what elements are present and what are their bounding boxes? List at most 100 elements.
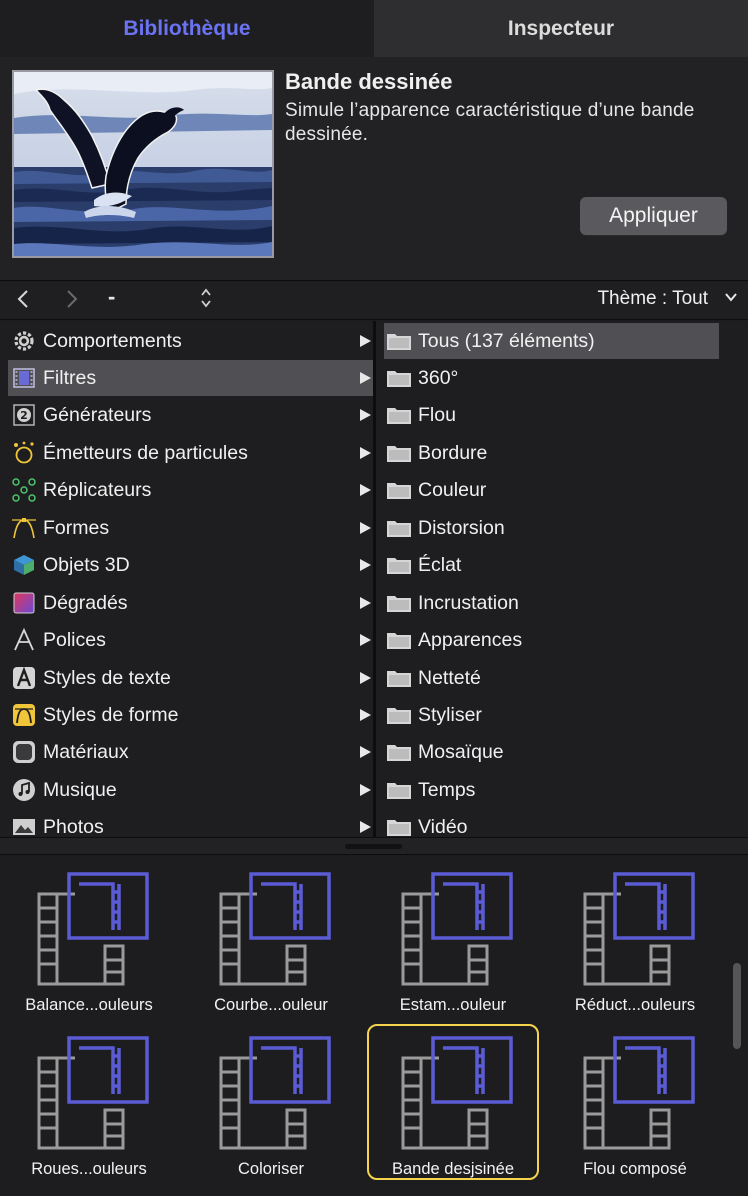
subcategory-row[interactable]: Distorsion <box>384 510 719 546</box>
category-row-generators[interactable]: 2 Générateurs <box>8 397 373 433</box>
folder-icon <box>387 783 411 799</box>
grid-item-label: Réduct...ouleurs <box>574 996 696 1014</box>
tab-library[interactable]: Bibliothèque <box>0 0 374 57</box>
subcategory-label: Bordure <box>418 441 488 464</box>
filter-icon <box>37 872 149 986</box>
subcategory-row[interactable]: Styliser <box>384 697 719 733</box>
disclosure-arrow-icon <box>360 335 371 347</box>
folder-icon <box>387 371 411 387</box>
subcategory-label: Styliser <box>418 703 482 726</box>
subcategory-label: Distorsion <box>418 516 505 539</box>
chevron-down-icon[interactable] <box>724 290 738 304</box>
filter-icon <box>219 1036 331 1150</box>
subcategory-row[interactable]: 360° <box>384 360 719 396</box>
folder-icon <box>387 633 411 649</box>
shape-icon <box>10 515 37 542</box>
category-label: Styles de texte <box>43 666 171 689</box>
category-row-music[interactable]: Musique <box>8 772 373 808</box>
grid-item[interactable]: Estam...ouleur <box>367 860 539 1020</box>
category-row-materials[interactable]: Matériaux <box>8 734 373 770</box>
filter-icon <box>401 872 513 986</box>
path-popup[interactable]: - <box>108 284 115 310</box>
grid-item[interactable]: Balance...ouleurs <box>3 860 175 1020</box>
grid-item[interactable]: Coloriser <box>185 1024 357 1184</box>
category-row-particle-emitters[interactable]: Émetteurs de particules <box>8 435 373 471</box>
grid-item[interactable]: Réduct...ouleurs <box>549 860 721 1020</box>
subcategory-label: Incrustation <box>418 591 519 614</box>
subcategory-row[interactable]: Vidéo <box>384 809 719 837</box>
forward-button[interactable] <box>66 288 78 316</box>
tab-inspector[interactable]: Inspecteur <box>374 0 748 57</box>
filter-icon <box>583 1036 695 1150</box>
replicator-icon <box>10 477 37 504</box>
filter-icon <box>219 872 331 986</box>
category-label: Musique <box>43 778 117 801</box>
grid-item-label: Estam...ouleur <box>399 996 507 1014</box>
subcategory-row[interactable]: Apparences <box>384 622 719 658</box>
category-row-shapes[interactable]: Formes <box>8 510 373 546</box>
category-row-shape-styles[interactable]: Styles de forme <box>8 697 373 733</box>
subcategory-row[interactable]: Tous (137 éléments) <box>384 323 719 359</box>
subcategory-label: Temps <box>418 778 476 801</box>
subcategory-row[interactable]: Couleur <box>384 472 719 508</box>
category-label: Réplicateurs <box>43 478 152 501</box>
chevron-right-icon <box>67 290 78 308</box>
category-row-filters[interactable]: Filtres <box>8 360 373 396</box>
particle-emitter-icon <box>10 440 37 467</box>
apply-button[interactable]: Appliquer <box>580 197 727 235</box>
back-button[interactable] <box>17 288 29 316</box>
grid-item[interactable]: Courbe...ouleur <box>185 860 357 1020</box>
updown-chevron-icon[interactable] <box>199 286 213 310</box>
theme-popup[interactable]: Thème : Tout <box>597 288 708 310</box>
filter-icon <box>583 872 695 986</box>
category-label: Objets 3D <box>43 553 130 576</box>
folder-icon <box>387 446 411 462</box>
split-divider[interactable] <box>0 837 748 855</box>
generator-icon: 2 <box>10 402 37 429</box>
category-row-3d-objects[interactable]: Objets 3D <box>8 547 373 583</box>
gear-icon <box>10 328 37 355</box>
subcategory-label: Netteté <box>418 666 481 689</box>
subcategory-row[interactable]: Incrustation <box>384 585 719 621</box>
font-icon <box>10 627 37 654</box>
grid-item[interactable]: Roues...ouleurs <box>3 1024 175 1184</box>
photo-icon <box>10 814 37 838</box>
disclosure-arrow-icon <box>360 634 371 646</box>
grid-item-selected[interactable]: Bande desjsinée <box>367 1024 539 1184</box>
folder-icon <box>387 408 411 424</box>
category-row-gradients[interactable]: Dégradés <box>8 585 373 621</box>
subcategory-row[interactable]: Flou <box>384 397 719 433</box>
item-grid: Balance...ouleurs Courbe...ouleur Estam.… <box>0 856 748 1196</box>
category-row-photos[interactable]: Photos <box>8 809 373 837</box>
disclosure-arrow-icon <box>360 746 371 758</box>
subcategory-row[interactable]: Bordure <box>384 435 719 471</box>
material-icon <box>10 739 37 766</box>
cube-icon <box>10 552 37 579</box>
browser-nav-bar: - Thème : Tout <box>0 282 748 320</box>
folder-icon <box>387 483 411 499</box>
subcategory-list: Tous (137 éléments) 360° Flou Bordure Co… <box>376 321 748 837</box>
grid-item-label: Balance...ouleurs <box>25 996 153 1014</box>
grid-item[interactable]: Flou composé <box>549 1024 721 1184</box>
category-label: Émetteurs de particules <box>43 441 248 464</box>
category-row-behaviors[interactable]: Comportements <box>8 323 373 359</box>
category-label: Filtres <box>43 366 97 389</box>
folder-icon <box>387 745 411 761</box>
category-row-replicators[interactable]: Réplicateurs <box>8 472 373 508</box>
category-label: Matériaux <box>43 740 129 763</box>
category-row-fonts[interactable]: Polices <box>8 622 373 658</box>
disclosure-arrow-icon <box>360 372 371 384</box>
category-label: Formes <box>43 516 110 539</box>
filter-icon <box>401 1036 513 1150</box>
subcategory-label: Apparences <box>418 628 523 651</box>
subcategory-row[interactable]: Netteté <box>384 660 719 696</box>
grid-scrollbar[interactable] <box>733 963 741 1049</box>
subcategory-row[interactable]: Temps <box>384 772 719 808</box>
category-label: Photos <box>43 815 104 838</box>
category-label: Styles de forme <box>43 703 179 726</box>
subcategory-row[interactable]: Éclat <box>384 547 719 583</box>
subcategory-row[interactable]: Mosaïque <box>384 734 719 770</box>
category-row-text-styles[interactable]: Styles de texte <box>8 660 373 696</box>
whale-comic-image <box>14 72 272 256</box>
resize-handle-icon[interactable] <box>345 844 402 849</box>
